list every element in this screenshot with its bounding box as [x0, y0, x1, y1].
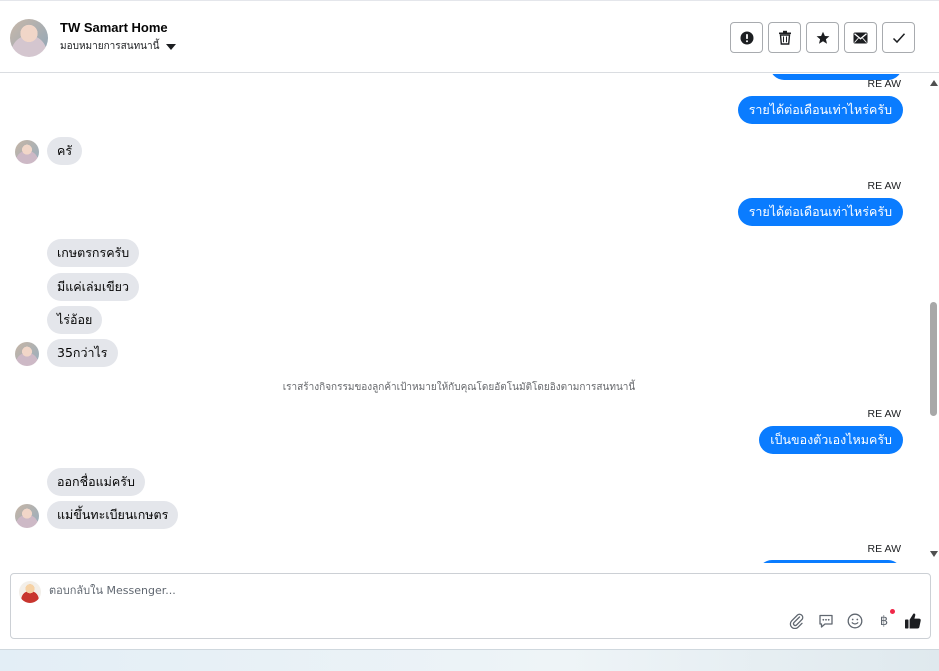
check-icon [892, 32, 905, 43]
contact-avatar-small [15, 140, 39, 164]
message-bubble-outgoing: รายได้ต่อเดือนเท่าไหร่ครับ [737, 96, 903, 124]
thread-scrollbar[interactable] [928, 74, 939, 563]
message-bubble-incoming: 35กว่าไร [47, 339, 118, 367]
baht-icon: ฿ [879, 613, 889, 629]
message-composer: ฿ [10, 573, 931, 639]
caret-down-icon [166, 43, 177, 50]
page-avatar [19, 581, 41, 603]
attach-button[interactable] [788, 612, 806, 630]
mark-unread-button[interactable] [844, 22, 877, 53]
star-button[interactable] [806, 22, 839, 53]
emoji-button[interactable] [846, 612, 864, 630]
thumbs-up-icon [905, 613, 921, 629]
sender-label: RE AW [867, 180, 901, 192]
scrollbar-thumb[interactable] [930, 302, 937, 416]
assign-conversation-dropdown[interactable]: มอบหมายการสนทนานี้ [60, 39, 177, 54]
mark-done-button[interactable] [882, 22, 915, 53]
paperclip-icon [789, 613, 804, 629]
message-bubble-incoming: ออกชื่อแม่ครับ [47, 468, 145, 496]
scroll-up-arrow-icon[interactable] [930, 80, 938, 86]
conversation-header: TW Samart Home มอบหมายการสนทนานี้ [0, 0, 939, 73]
mark-spam-button[interactable] [730, 22, 763, 53]
payment-button[interactable]: ฿ [875, 609, 895, 630]
sender-label: RE AW [867, 408, 901, 420]
message-bubble-outgoing: รายได้ต่อเดือนเท่าไหร่ครับ [737, 198, 903, 226]
message-bubble-partial [758, 560, 902, 563]
message-bubble-incoming: ไร่อ้อย [47, 306, 103, 334]
header-actions [730, 22, 915, 53]
reply-input[interactable] [49, 584, 649, 597]
star-icon [816, 31, 829, 44]
window-bottom-edge [0, 649, 939, 671]
sender-label: RE AW [867, 78, 901, 90]
contact-name[interactable]: TW Samart Home [60, 20, 168, 35]
message-bubble-incoming: เกษตรกรครับ [47, 239, 140, 267]
sender-label: RE AW [867, 543, 901, 555]
saved-replies-button[interactable] [817, 612, 835, 630]
contact-avatar[interactable] [10, 19, 48, 57]
composer-tools: ฿ [788, 609, 922, 630]
system-notice: เราสร้างกิจกรรมของลูกค้าเป้าหมายให้กับคุ… [282, 382, 636, 393]
notification-dot [890, 609, 895, 614]
message-bubble-incoming: แม่ขึ้นทะเบียนเกษตร [47, 501, 179, 529]
scroll-down-arrow-icon[interactable] [930, 551, 938, 557]
message-bubble-incoming: มีแค่เล่มเขียว [47, 273, 139, 301]
assign-label: มอบหมายการสนทนานี้ [60, 41, 160, 52]
exclamation-icon [740, 31, 753, 44]
message-thread: RE AW รายได้ต่อเดือนเท่าไหร่ครับ ครั RE … [0, 74, 928, 563]
chat-bubble-icon [819, 614, 833, 628]
message-bubble-outgoing: เป็นของตัวเองไหมครับ [759, 426, 903, 454]
like-button[interactable] [904, 612, 922, 630]
contact-avatar-small [15, 342, 39, 366]
message-bubble-incoming: ครั [47, 137, 83, 165]
smiley-icon [847, 613, 863, 629]
delete-button[interactable] [768, 22, 801, 53]
trash-icon [778, 30, 791, 45]
contact-avatar-small [15, 504, 39, 528]
envelope-icon [853, 32, 868, 43]
